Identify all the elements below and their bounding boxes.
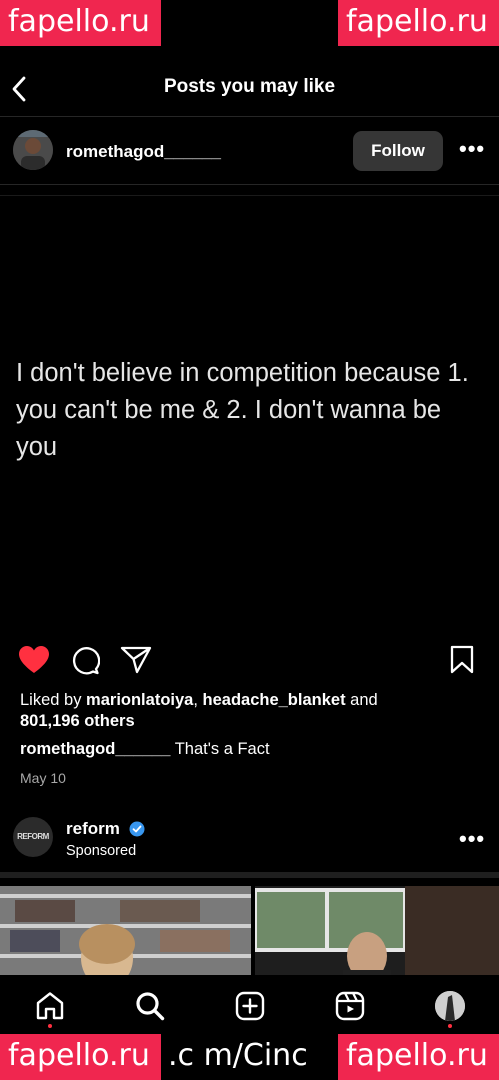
- post-date: May 10: [20, 770, 66, 786]
- post-username[interactable]: romethagod______: [66, 142, 221, 162]
- sponsored-video-right[interactable]: [255, 886, 499, 976]
- video-frame-window: [255, 886, 499, 976]
- avatar[interactable]: [13, 130, 53, 170]
- liked-user-link[interactable]: marionlatoiya: [86, 691, 193, 709]
- sponsored-video-left[interactable]: [0, 886, 251, 976]
- send-icon: [120, 646, 152, 674]
- liked-separator: ,: [193, 691, 203, 709]
- post-image-divider: [0, 195, 499, 196]
- comment-icon: [72, 647, 100, 675]
- watermark-bottom-middle: .c m/Cinc: [168, 1038, 308, 1073]
- nav-home[interactable]: [35, 991, 65, 1021]
- caption-username[interactable]: romethagod______: [20, 740, 170, 758]
- likes-summary: Liked by marionlatoiya, headache_blanket…: [20, 690, 480, 732]
- avatar-image: [13, 130, 53, 170]
- post-caption: romethagod______ That's a Fact: [20, 740, 270, 759]
- follow-button[interactable]: Follow: [353, 131, 443, 171]
- watermark-top-right: fapello.ru: [338, 0, 499, 46]
- watermark-bottom-left: fapello.ru: [0, 1034, 161, 1080]
- share-button[interactable]: [120, 645, 152, 675]
- bookmark-icon: [450, 645, 474, 674]
- liked-and: and: [345, 691, 378, 709]
- nav-create[interactable]: [235, 991, 265, 1021]
- liked-user-link[interactable]: headache_blanket: [203, 691, 346, 709]
- page-title: Posts you may like: [163, 76, 336, 97]
- caption-text: That's a Fact: [174, 740, 270, 758]
- sponsored-label: Sponsored: [66, 843, 137, 859]
- post-quote-text: I don't believe in competition because 1…: [16, 359, 469, 461]
- post-top-divider: [0, 184, 499, 185]
- notification-dot: [48, 1024, 52, 1028]
- like-button[interactable]: [18, 645, 50, 675]
- sponsor-avatar-logo: REFORM: [17, 832, 49, 841]
- nav-search[interactable]: [135, 991, 165, 1021]
- create-icon: [235, 991, 265, 1021]
- sponsor-divider: [0, 872, 499, 878]
- nav-profile[interactable]: [435, 991, 465, 1021]
- watermark-bottom-right: fapello.ru: [338, 1034, 499, 1080]
- header-divider: [0, 116, 499, 117]
- search-icon: [136, 992, 165, 1021]
- nav-reels[interactable]: [335, 991, 365, 1021]
- profile-avatar: [435, 991, 465, 1021]
- reels-icon: [335, 991, 365, 1021]
- notification-dot: [448, 1024, 452, 1028]
- sponsor-username[interactable]: reform: [66, 819, 120, 839]
- liked-by-prefix: Liked by: [20, 691, 87, 709]
- liked-others-link[interactable]: 801,196 others: [20, 712, 135, 730]
- save-button[interactable]: [449, 645, 475, 675]
- more-options-icon[interactable]: •••: [459, 136, 485, 162]
- sponsor-avatar[interactable]: REFORM: [13, 817, 53, 857]
- home-icon: [36, 992, 64, 1020]
- comment-button[interactable]: [70, 645, 100, 675]
- watermark-top-left: fapello.ru: [0, 0, 161, 46]
- heart-icon: [19, 646, 49, 673]
- verified-badge-icon: [129, 821, 145, 837]
- video-frame-bookshelf: [0, 886, 251, 976]
- sponsor-more-options-icon[interactable]: •••: [459, 826, 485, 852]
